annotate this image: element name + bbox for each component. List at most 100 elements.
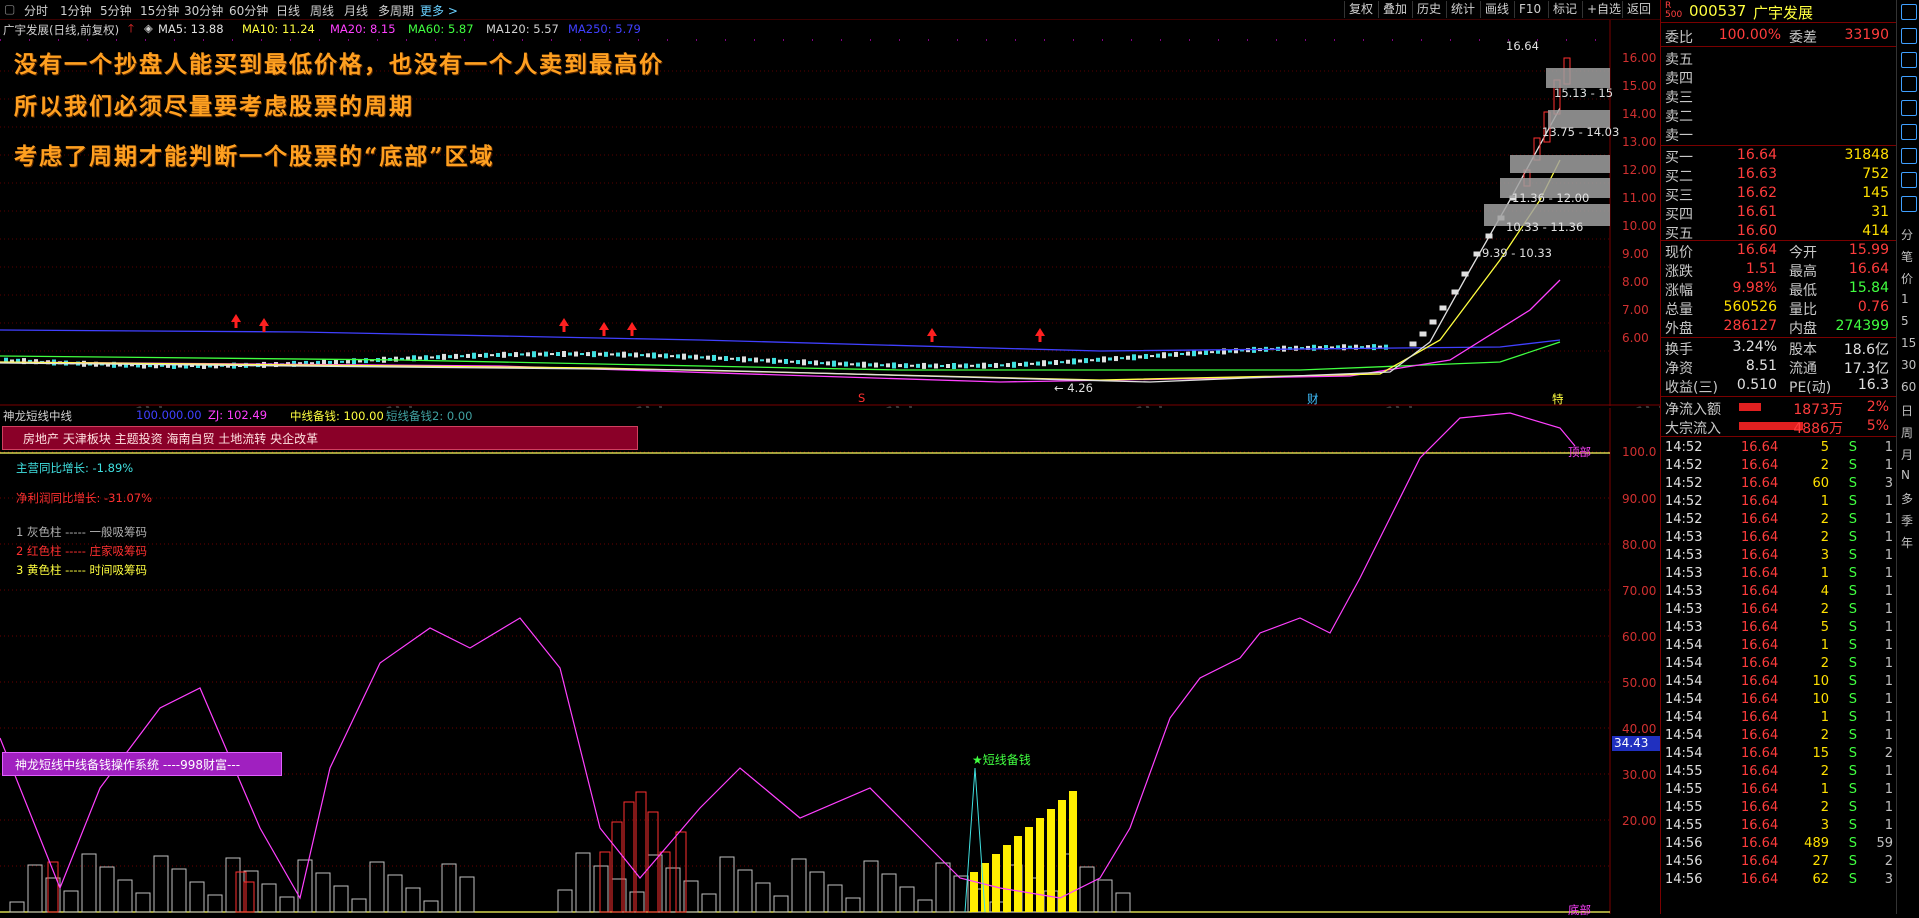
candle	[598, 352, 602, 356]
candle	[994, 362, 998, 368]
indicator-axis-label: 90.00	[1622, 492, 1657, 506]
tick-count: 3	[1884, 476, 1893, 491]
indicator-axis-label: 60.00	[1622, 630, 1657, 644]
side-period-button[interactable]: 价	[1901, 270, 1913, 287]
candle	[1312, 344, 1316, 351]
tick-price: 16.64	[1741, 656, 1779, 671]
tick-price: 16.64	[1741, 440, 1779, 455]
tab-fenshi[interactable]: 分时	[24, 2, 48, 19]
quote-stat-row: 总量 560526 量比 0.76	[1665, 299, 1893, 318]
side-period-button[interactable]: 多	[1901, 490, 1913, 507]
candle	[1054, 360, 1058, 366]
candle	[826, 361, 830, 366]
indicator-axis-label: 50.00	[1622, 676, 1657, 690]
side-period-button[interactable]: 季	[1901, 512, 1913, 529]
indicator-v2: 0.00	[176, 408, 202, 422]
back-button[interactable]: 返回	[1622, 1, 1655, 18]
tab-30min[interactable]: 30分钟	[184, 2, 223, 19]
side-tool-icon[interactable]	[1901, 4, 1917, 20]
tick-volume: 3	[1820, 818, 1829, 833]
candle	[430, 356, 434, 359]
tab-more[interactable]: 更多 >	[420, 2, 458, 19]
tab-multi-period[interactable]: 多周期	[378, 2, 414, 19]
tick-time: 14:53	[1665, 566, 1703, 581]
side-tool-icon[interactable]	[1901, 148, 1917, 164]
restore-rights-button[interactable]: 复权	[1344, 1, 1377, 18]
low-price-value: 4.26	[1067, 381, 1093, 395]
candle	[952, 362, 956, 369]
tick-side: S	[1848, 638, 1857, 653]
tab-15min[interactable]: 15分钟	[140, 2, 179, 19]
toolbar-menu-icon[interactable]: ▢	[4, 2, 15, 16]
side-period-button[interactable]: 周	[1901, 424, 1913, 441]
quote-stat-row: 收益(三) 0.510 PE(动) 16.3	[1665, 377, 1893, 396]
draw-line-button[interactable]: 画线	[1480, 1, 1513, 18]
price-axis-label: 6.00	[1622, 331, 1649, 345]
candle	[478, 354, 482, 358]
candle	[940, 364, 944, 367]
candle	[832, 360, 836, 367]
tab-monthly[interactable]: 月线	[344, 2, 368, 19]
side-period-button[interactable]: N	[1901, 468, 1910, 482]
weicha-label: 委差	[1789, 30, 1817, 46]
side-period-button[interactable]: 5	[1901, 314, 1909, 328]
tab-weekly[interactable]: 周线	[310, 2, 334, 19]
candle	[766, 358, 770, 363]
side-tool-icon[interactable]	[1901, 52, 1917, 68]
candle	[982, 362, 986, 369]
tab-5min[interactable]: 5分钟	[100, 2, 132, 19]
side-tool-icon[interactable]	[1901, 196, 1917, 212]
indicator-chart-panel[interactable]: 神龙短线中线 100.00 0.00 ZJ: 102.49 中线备钱: 100.…	[0, 408, 1660, 917]
sell-level-row: 卖三	[1665, 87, 1893, 106]
tick-side: S	[1848, 566, 1857, 581]
tick-side: S	[1848, 548, 1857, 563]
candle	[1000, 364, 1004, 367]
side-period-button[interactable]: 15	[1901, 336, 1916, 350]
f10-button[interactable]: F10	[1514, 1, 1545, 18]
tick-count: 1	[1884, 584, 1893, 599]
tick-volume: 2	[1820, 800, 1829, 815]
add-favorite-button[interactable]: +自选	[1582, 1, 1625, 18]
candle	[802, 359, 806, 366]
candle	[550, 353, 554, 356]
side-period-button[interactable]: 月	[1901, 446, 1913, 463]
kline-chart-panel[interactable]: 广宇发展(日线,前复权) 🡑 ◈ MA5: 13.88 MA10: 11.24 …	[0, 20, 1660, 406]
candle	[1132, 354, 1136, 361]
side-tool-icon[interactable]	[1901, 100, 1917, 116]
flow-label: 净流入额	[1665, 402, 1721, 418]
side-period-button[interactable]: 分	[1901, 226, 1913, 243]
tab-daily[interactable]: 日线	[276, 2, 300, 19]
tab-60min[interactable]: 60分钟	[229, 2, 268, 19]
up-arrow-icon	[602, 330, 606, 336]
side-tool-icon[interactable]	[1901, 172, 1917, 188]
side-period-button[interactable]: 日	[1901, 402, 1913, 419]
buy-level-row: 买三 16.62 145	[1665, 185, 1893, 204]
buy-level-price: 16.60	[1736, 223, 1777, 239]
candle	[1072, 358, 1076, 365]
tick-side: S	[1848, 854, 1857, 869]
side-period-button[interactable]: 年	[1901, 534, 1913, 551]
side-tool-icon[interactable]	[1901, 28, 1917, 44]
mark-button[interactable]: 标记	[1548, 1, 1581, 18]
candle	[652, 352, 656, 359]
history-button[interactable]: 历史	[1412, 1, 1445, 18]
top-label: 顶部	[1568, 445, 1591, 459]
buy-level-volume: 752	[1862, 166, 1889, 182]
side-period-button[interactable]: 笔	[1901, 248, 1913, 265]
ma120-label: MA120: 5.57	[486, 22, 559, 36]
statistics-button[interactable]: 统计	[1446, 1, 1479, 18]
overlay-button[interactable]: 叠加	[1378, 1, 1411, 18]
candle	[838, 362, 842, 366]
side-period-button[interactable]: 60	[1901, 380, 1916, 394]
side-period-button[interactable]: 30	[1901, 358, 1916, 372]
candle	[1461, 271, 1469, 277]
indicator-axis-label: 40.00	[1622, 722, 1657, 736]
price-axis-label: 14.00	[1622, 107, 1657, 121]
side-tool-icon[interactable]	[1901, 124, 1917, 140]
webi-value: 100.00%	[1718, 27, 1781, 43]
tab-1min[interactable]: 1分钟	[60, 2, 92, 19]
settings-icon[interactable]: ◈	[144, 21, 153, 35]
side-period-button[interactable]: 1	[1901, 292, 1909, 306]
side-tool-icon[interactable]	[1901, 76, 1917, 92]
concept-bar: 房地产 天津板块 主题投资 海南自贸 土地流转 央企改革	[2, 426, 638, 450]
